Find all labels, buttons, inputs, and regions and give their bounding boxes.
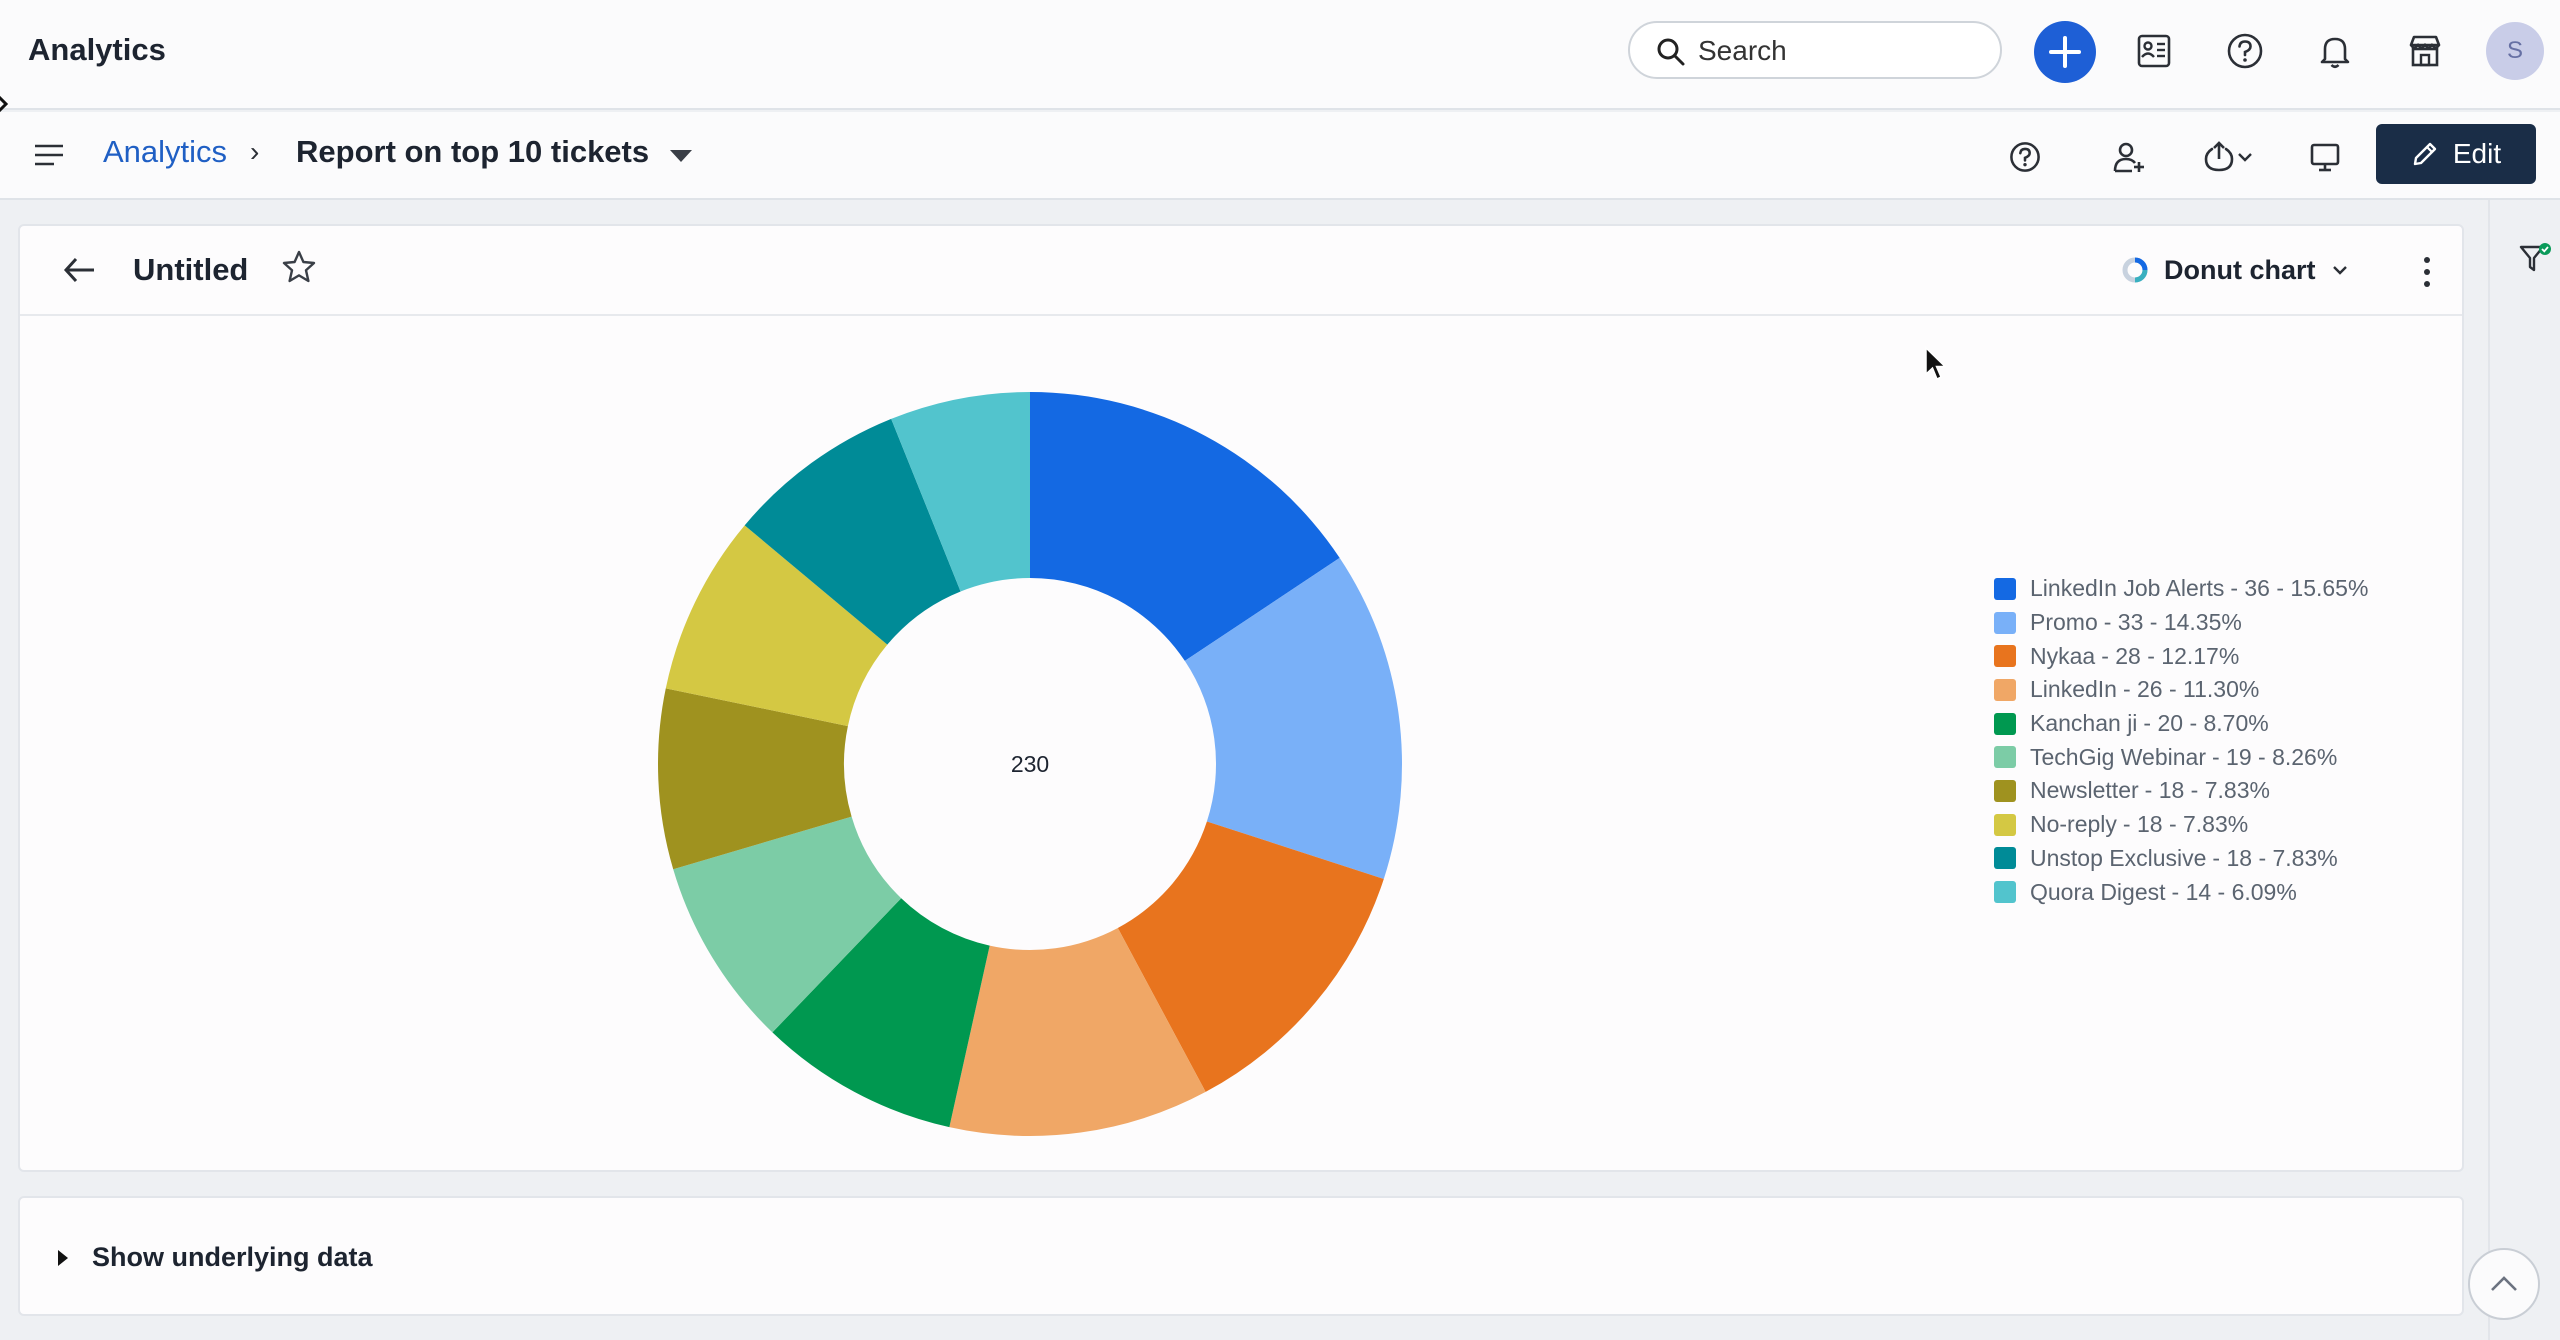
filter-icon[interactable]	[2518, 242, 2552, 276]
present-button[interactable]	[2300, 132, 2350, 182]
legend-swatch	[1994, 881, 2016, 904]
export-icon	[2204, 141, 2234, 172]
chart-type-label: Donut chart	[2164, 254, 2316, 285]
edit-button[interactable]: Edit	[2376, 124, 2536, 184]
notifications-button[interactable]	[2306, 22, 2364, 80]
legend-swatch	[1994, 746, 2016, 769]
legend-value: - 18 - 7.83%	[2144, 777, 2270, 804]
chevron-down-icon	[2332, 266, 2347, 275]
legend-item[interactable]: Newsletter - 18 - 7.83%	[1994, 774, 2368, 808]
legend-item[interactable]: Unstop Exclusive - 18 - 7.83%	[1994, 842, 2368, 876]
underlying-data-label: Show underlying data	[92, 1242, 373, 1272]
legend-item[interactable]: Promo - 33 - 14.35%	[1994, 606, 2368, 640]
legend-swatch	[1994, 678, 2016, 701]
star-icon[interactable]	[280, 248, 318, 286]
pencil-icon	[2413, 142, 2437, 166]
scroll-to-top-button[interactable]	[2468, 1248, 2540, 1320]
donut-chart-icon	[2122, 257, 2148, 283]
legend-value: - 20 - 8.70%	[2143, 710, 2269, 737]
chart-card-header: Untitled Donut chart	[20, 226, 2462, 316]
donut-total-label: 230	[1011, 751, 1049, 777]
caret-right-icon	[58, 1250, 68, 1266]
legend-swatch	[1994, 813, 2016, 836]
chart-title[interactable]: Untitled	[133, 252, 248, 288]
share-user-button[interactable]	[2104, 132, 2154, 182]
legend-swatch	[1994, 847, 2016, 870]
legend-name: Promo	[2030, 609, 2098, 636]
help-icon	[2227, 33, 2263, 69]
search-input[interactable]	[1698, 31, 1988, 71]
legend-value: - 18 - 7.83%	[2212, 844, 2338, 871]
breadcrumb-current: Report on top 10 tickets	[296, 134, 650, 169]
legend-value: - 18 - 7.83%	[2122, 811, 2249, 838]
legend-swatch	[1994, 779, 2016, 802]
breadcrumb-analytics[interactable]: Analytics	[103, 134, 227, 170]
edit-button-label: Edit	[2452, 138, 2502, 169]
report-toolbar: Analytics › Report on top 10 tickets Edi…	[0, 112, 2560, 200]
legend-item[interactable]: Kanchan ji - 20 - 8.70%	[1994, 707, 2368, 741]
legend-swatch	[1994, 611, 2016, 634]
legend-value: - 28 - 12.17%	[2101, 642, 2240, 669]
legend-value: - 14 - 6.09%	[2171, 878, 2297, 905]
report-dropdown-caret-icon[interactable]	[670, 150, 692, 162]
top-bar: Analytics Search S	[0, 0, 2560, 110]
legend-name: LinkedIn	[2030, 676, 2117, 703]
legend-swatch	[1994, 577, 2016, 600]
legend-name: Newsletter	[2030, 777, 2139, 804]
chart-card: Untitled Donut chart 230 LinkedIn Job Al…	[18, 224, 2464, 1172]
legend-item[interactable]: Quora Digest - 14 - 6.09%	[1994, 875, 2368, 909]
mouse-cursor-icon	[1925, 346, 1947, 381]
contact-card-icon	[2137, 34, 2171, 68]
contacts-button[interactable]	[2126, 22, 2184, 80]
chevron-up-icon	[2491, 1276, 2517, 1291]
breadcrumb-separator: ›	[250, 136, 260, 167]
legend-item[interactable]: TechGig Webinar - 19 - 8.26%	[1994, 740, 2368, 774]
export-button[interactable]	[2188, 132, 2268, 182]
chart-legend: LinkedIn Job Alerts - 36 - 15.65% Promo -…	[1994, 572, 2368, 909]
legend-value: - 26 - 11.30%	[2122, 676, 2260, 703]
help-button[interactable]	[2216, 22, 2274, 80]
store-icon	[2409, 35, 2441, 67]
avatar[interactable]: S	[2486, 22, 2544, 80]
legend-value: - 19 - 8.26%	[2212, 743, 2338, 770]
legend-name: Nykaa	[2030, 642, 2096, 669]
legend-name: LinkedIn Job Alerts	[2030, 575, 2225, 602]
right-rail	[2488, 200, 2560, 1340]
underlying-data-toggle[interactable]: Show underlying data	[18, 1196, 2464, 1316]
search-box[interactable]	[1628, 21, 2002, 79]
legend-name: No-reply	[2030, 811, 2117, 838]
app-title: Analytics	[28, 32, 166, 67]
legend-swatch	[1994, 712, 2016, 735]
legend-value: - 36 - 15.65%	[2230, 575, 2369, 602]
monitor-icon	[2310, 143, 2340, 172]
chart-type-dropdown[interactable]: Donut chart	[2120, 246, 2350, 294]
plus-icon	[2049, 36, 2081, 68]
legend-value: - 33 - 14.35%	[2103, 609, 2242, 636]
report-help-button[interactable]	[2000, 132, 2050, 182]
help-icon	[2010, 142, 2040, 172]
legend-item[interactable]: Nykaa - 28 - 12.17%	[1994, 639, 2368, 673]
more-options-icon[interactable]	[2412, 248, 2442, 296]
legend-name: Unstop Exclusive	[2030, 844, 2207, 871]
back-arrow-icon[interactable]	[60, 250, 100, 290]
legend-item[interactable]: No-reply - 18 - 7.83%	[1994, 808, 2368, 842]
add-user-icon	[2113, 142, 2144, 173]
legend-name: Kanchan ji	[2030, 710, 2138, 737]
bell-icon	[2320, 37, 2350, 69]
legend-swatch	[1994, 645, 2016, 668]
legend-name: Quora Digest	[2030, 878, 2166, 905]
menu-icon[interactable]	[32, 138, 66, 172]
chevron-down-icon	[2238, 153, 2252, 162]
legend-name: TechGig Webinar	[2030, 743, 2206, 770]
legend-item[interactable]: LinkedIn - 26 - 11.30%	[1994, 673, 2368, 707]
marketplace-button[interactable]	[2396, 22, 2454, 80]
legend-item[interactable]: LinkedIn Job Alerts - 36 - 15.65%	[1994, 572, 2368, 606]
search-icon	[1657, 38, 1685, 66]
add-button[interactable]	[2034, 21, 2096, 83]
